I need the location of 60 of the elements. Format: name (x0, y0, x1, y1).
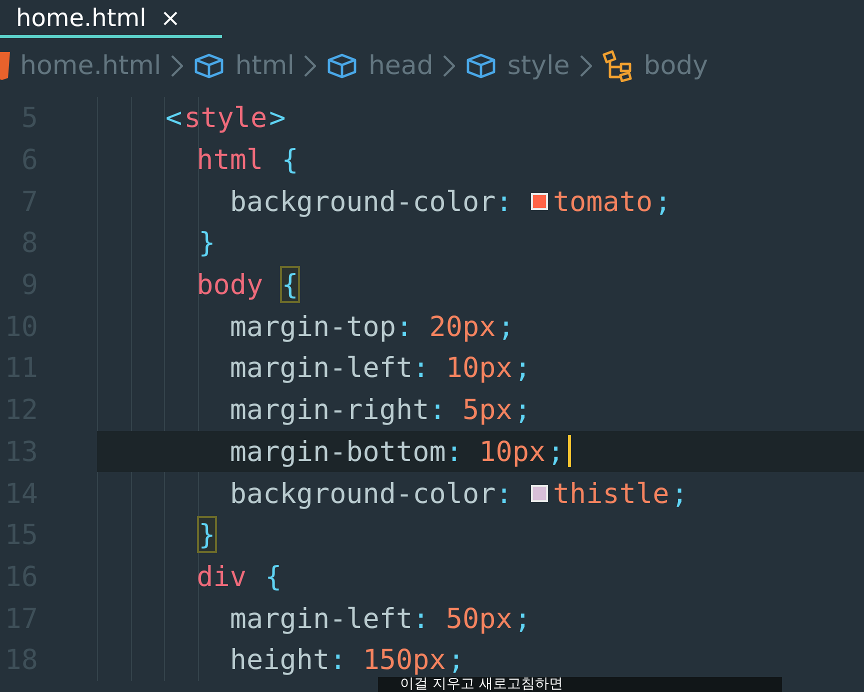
property-token: background-color (230, 476, 496, 510)
property-token: height (230, 643, 330, 676)
punctuation-token: ; (513, 350, 532, 386)
structure-icon (602, 50, 634, 82)
punctuation-token: : (412, 351, 430, 384)
punctuation-token: > (268, 100, 287, 136)
property-token: margin-right (230, 393, 430, 426)
selector-token: html (196, 143, 264, 176)
property-token: background-color (230, 184, 496, 218)
chevron-icon (304, 55, 316, 77)
property-token: margin-bottom (230, 434, 446, 468)
punctuation-token: < (164, 100, 184, 136)
value-token: tomato (552, 184, 653, 218)
chevron-icon (580, 55, 592, 77)
punctuation-token: } (198, 225, 216, 262)
punctuation-token: ; (546, 434, 566, 470)
chevron-icon (443, 55, 456, 77)
text-cursor (568, 435, 572, 468)
breadcrumb-item[interactable]: html (193, 50, 294, 82)
punctuation-token: : (496, 184, 512, 218)
value-token: 150px (362, 643, 446, 676)
breadcrumb-item[interactable]: head (326, 50, 434, 82)
punctuation-token: { (264, 558, 283, 595)
property-token: margin-left (230, 351, 413, 384)
selector-token: div (196, 560, 247, 593)
value-token: 5px (462, 393, 512, 426)
punctuation-token: ; (513, 392, 532, 428)
punctuation-token: : (412, 602, 430, 635)
punctuation-token: ; (513, 600, 532, 637)
file-tab[interactable]: home.html × (0, 0, 222, 38)
value-token: thistle (552, 476, 670, 510)
close-icon[interactable]: × (160, 4, 180, 30)
video-subtitle: 이걸 지우고 새로고침하면 (378, 677, 782, 692)
breadcrumb-item[interactable]: body (602, 50, 708, 82)
breadcrumb-item[interactable]: style (465, 50, 570, 82)
chevron-icon (171, 55, 184, 77)
value-token: 10px (479, 434, 546, 468)
punctuation-token: : (496, 476, 512, 510)
color-swatch[interactable] (530, 484, 548, 502)
breadcrumb-item[interactable]: home.html (0, 50, 162, 82)
html-file-icon (0, 50, 10, 82)
punctuation-token: { (280, 142, 300, 178)
punctuation-token: : (330, 643, 346, 676)
selector-token: body (196, 268, 264, 302)
value-token: 50px (446, 602, 512, 635)
punctuation-token: } (196, 516, 218, 554)
punctuation-token: { (280, 266, 300, 304)
value-token: 10px (446, 351, 512, 384)
punctuation-token: ; (654, 184, 672, 220)
punctuation-token: ; (496, 308, 516, 345)
punctuation-token: : (396, 310, 413, 343)
property-token: margin-top (230, 310, 396, 343)
punctuation-token: : (429, 393, 446, 426)
selector-token: style (184, 101, 268, 134)
color-swatch[interactable] (530, 192, 548, 210)
punctuation-token: ; (446, 642, 466, 678)
value-token: 20px (429, 310, 496, 343)
punctuation-token: : (446, 434, 462, 468)
property-token: margin-left (230, 602, 413, 635)
punctuation-token: ; (670, 476, 689, 512)
